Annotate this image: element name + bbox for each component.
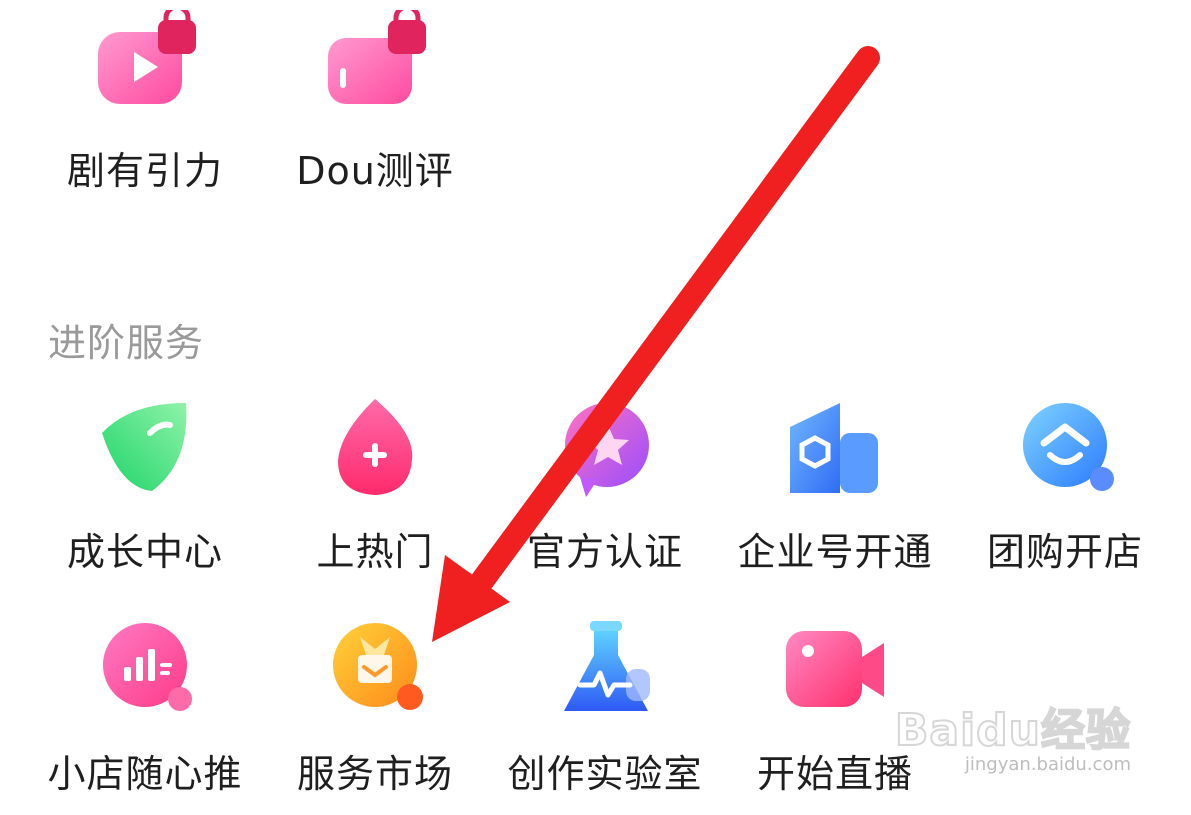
feature-label: Dou测评: [296, 149, 454, 193]
leaf-icon: [102, 403, 187, 491]
feature-label: 官方认证: [526, 530, 683, 574]
video-camera-icon: [786, 631, 884, 707]
feature-label: 小店随心推: [47, 752, 243, 796]
feature-tile-ju-you-yin-li[interactable]: 剧有引力: [30, 10, 260, 210]
cart-boost-icon: [103, 623, 192, 711]
tv-lock-icon: [98, 10, 196, 104]
feature-label: 剧有引力: [66, 149, 223, 193]
feature-tile-creation-lab[interactable]: 创作实验室: [490, 615, 720, 815]
building-icon: [790, 403, 878, 493]
shop-bag-icon: [333, 623, 423, 710]
feature-tile-shop-boost[interactable]: 小店随心推: [30, 615, 260, 815]
watermark-brand: Baidu经验: [894, 704, 1131, 757]
feature-tile-group-buy-store[interactable]: 团购开店: [950, 393, 1180, 593]
flask-icon: [564, 621, 650, 711]
box-lock-icon: [328, 10, 426, 104]
feature-label: 成长中心: [66, 530, 223, 574]
feature-label: 创作实验室: [507, 752, 703, 796]
feature-tile-official-cert[interactable]: 官方认证: [490, 393, 720, 593]
star-badge-icon: [565, 403, 649, 497]
flame-plus-icon: [338, 399, 413, 495]
feature-tile-service-market[interactable]: 服务市场: [260, 615, 490, 815]
feature-tile-shang-re-men[interactable]: 上热门: [260, 393, 490, 593]
section-title-advanced-services: 进阶服务: [48, 321, 205, 365]
house-smile-icon: [1023, 403, 1114, 491]
feature-label: 服务市场: [296, 752, 453, 796]
feature-tile-enterprise-account[interactable]: 企业号开通: [720, 393, 950, 593]
feature-label: 团购开店: [986, 530, 1143, 574]
feature-label: 企业号开通: [737, 530, 933, 574]
baidu-watermark: Baidu经验 jingyan.baidu.com: [894, 694, 1131, 775]
feature-label: 上热门: [316, 530, 434, 574]
feature-tile-dou-ce-ping[interactable]: Dou测评: [260, 10, 490, 210]
feature-tile-growth-center[interactable]: 成长中心: [30, 393, 260, 593]
